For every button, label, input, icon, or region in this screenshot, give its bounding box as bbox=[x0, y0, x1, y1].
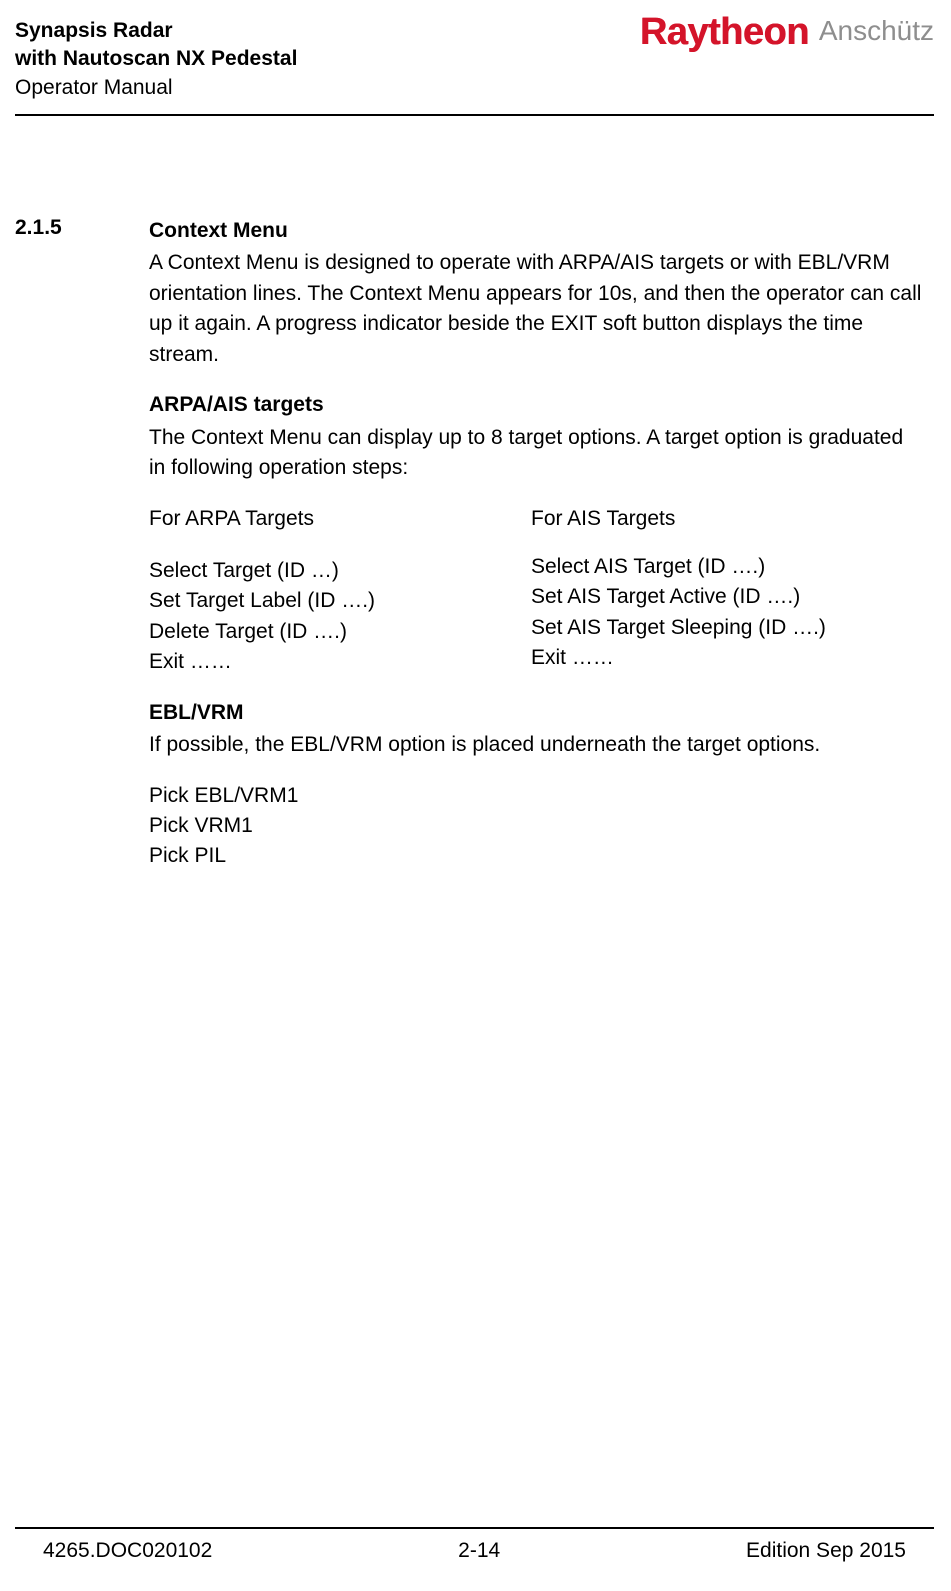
ais-column-head: For AIS Targets bbox=[531, 504, 924, 534]
footer-doc-id: 4265.DOC020102 bbox=[43, 1539, 212, 1563]
section-title: Context Menu bbox=[149, 216, 924, 246]
footer-divider bbox=[15, 1527, 934, 1529]
ebl-heading: EBL/VRM bbox=[149, 698, 924, 728]
section-body: Context Menu A Context Menu is designed … bbox=[149, 216, 934, 872]
ais-column: For AIS Targets Select AIS Target (ID ….… bbox=[531, 504, 924, 678]
ebl-section: EBL/VRM If possible, the EBL/VRM option … bbox=[149, 698, 924, 872]
raytheon-logo: Raytheon bbox=[640, 13, 809, 51]
ebl-item: Pick EBL/VRM1 bbox=[149, 781, 924, 811]
section-number: 2.1.5 bbox=[15, 216, 149, 240]
ebl-item: Pick PIL bbox=[149, 841, 924, 871]
arpa-heading: ARPA/AIS targets bbox=[149, 390, 924, 420]
arpa-item: Delete Target (ID ….) bbox=[149, 617, 531, 647]
arpa-item: Select Target (ID …) bbox=[149, 556, 531, 586]
anschutz-logo: Anschütz bbox=[819, 17, 934, 45]
content-area: 2.1.5 Context Menu A Context Menu is des… bbox=[15, 216, 934, 872]
ais-item: Set AIS Target Active (ID ….) bbox=[531, 582, 924, 612]
footer-page-number: 2-14 bbox=[458, 1539, 500, 1563]
ais-item: Exit …… bbox=[531, 643, 924, 673]
arpa-item: Set Target Label (ID ….) bbox=[149, 586, 531, 616]
arpa-column-head: For ARPA Targets bbox=[149, 504, 531, 534]
intro-paragraph: A Context Menu is designed to operate wi… bbox=[149, 248, 924, 370]
footer-edition: Edition Sep 2015 bbox=[746, 1539, 906, 1563]
header-title-block: Synapsis Radar with Nautoscan NX Pedesta… bbox=[15, 17, 297, 102]
ais-item: Set AIS Target Sleeping (ID ….) bbox=[531, 613, 924, 643]
header-title-line3: Operator Manual bbox=[15, 74, 297, 102]
ebl-text: If possible, the EBL/VRM option is place… bbox=[149, 730, 924, 760]
section-row: 2.1.5 Context Menu A Context Menu is des… bbox=[15, 216, 934, 872]
page-footer: 4265.DOC020102 2-14 Edition Sep 2015 bbox=[15, 1527, 934, 1563]
ebl-item: Pick VRM1 bbox=[149, 811, 924, 841]
header-divider bbox=[15, 114, 934, 116]
page-header: Synapsis Radar with Nautoscan NX Pedesta… bbox=[15, 17, 934, 102]
arpa-column: For ARPA Targets Select Target (ID …) Se… bbox=[149, 504, 531, 678]
footer-row: 4265.DOC020102 2-14 Edition Sep 2015 bbox=[15, 1539, 934, 1563]
arpa-item: Exit …… bbox=[149, 647, 531, 677]
header-title-line2: with Nautoscan NX Pedestal bbox=[15, 45, 297, 73]
header-title-line1: Synapsis Radar bbox=[15, 17, 297, 45]
targets-columns: For ARPA Targets Select Target (ID …) Se… bbox=[149, 504, 924, 678]
ebl-list: Pick EBL/VRM1 Pick VRM1 Pick PIL bbox=[149, 781, 924, 872]
logo-group: Raytheon Anschütz bbox=[640, 13, 934, 51]
arpa-text: The Context Menu can display up to 8 tar… bbox=[149, 423, 924, 484]
ais-item: Select AIS Target (ID ….) bbox=[531, 552, 924, 582]
